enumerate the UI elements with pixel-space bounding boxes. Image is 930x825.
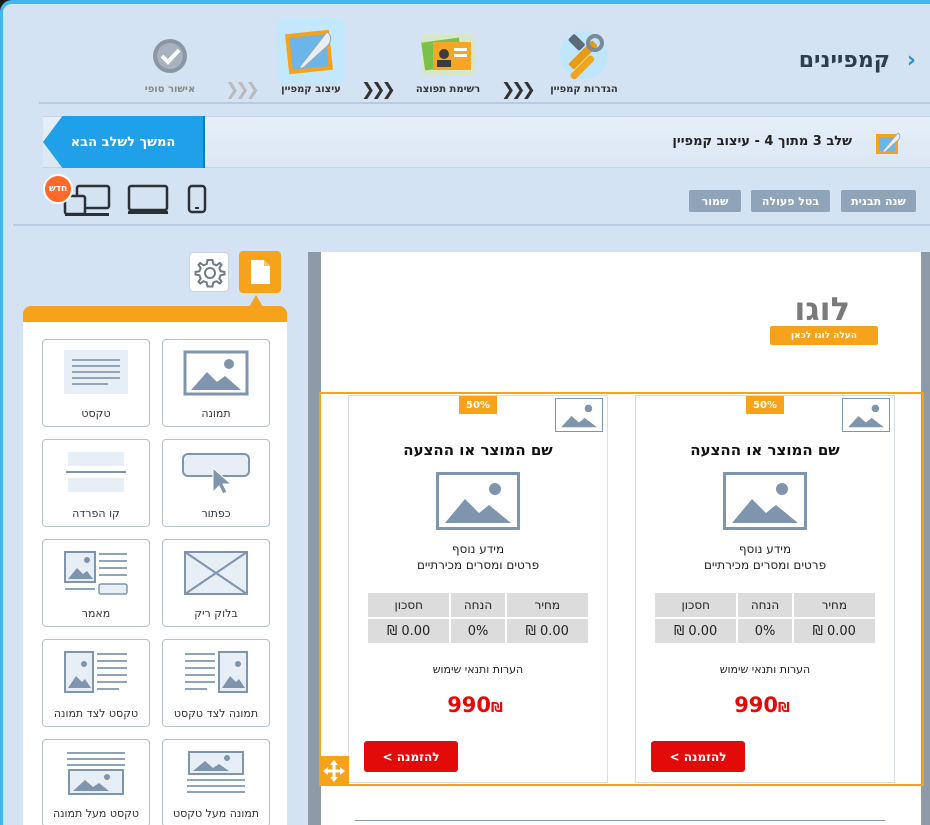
tile-text[interactable]: טקסט [42, 339, 150, 427]
design-quill-icon [285, 29, 333, 75]
chevron-right-icon[interactable]: › [907, 48, 916, 73]
savings-header: חסכון [368, 593, 450, 617]
step-info: שלב 3 מתוך 4 - עיצוב קמפיין [672, 134, 852, 149]
final-price[interactable]: 990₪ [636, 693, 894, 717]
new-badge: חדש [43, 174, 73, 204]
image-icon[interactable] [555, 398, 603, 432]
tile-image[interactable]: תמונה [162, 339, 270, 427]
tools-icon [560, 31, 608, 80]
tile-empty-block[interactable]: בלוק ריק [162, 539, 270, 627]
undo-button[interactable]: בטל פעולה [751, 190, 830, 212]
article-icon [64, 551, 128, 595]
text-icon [64, 350, 128, 394]
final-price[interactable]: 990₪ [349, 693, 607, 717]
change-template-button[interactable]: שנה תבנית [841, 190, 916, 212]
logo-placeholder[interactable]: לוגו [794, 290, 850, 328]
settings-tab[interactable] [189, 252, 229, 292]
desktop-icon[interactable] [127, 184, 169, 216]
product-title[interactable]: שם המוצר או ההצעה [636, 441, 894, 459]
discount-header: הנחה [451, 593, 505, 617]
next-step-button[interactable]: המשך לשלב הבא [43, 116, 205, 168]
savings-value: 0.00 ₪ [655, 619, 737, 643]
image-icon[interactable] [842, 398, 890, 432]
step-arrows: ❯❯❯ [361, 80, 396, 100]
discount-value: 0% [738, 619, 792, 643]
steps-divider [39, 102, 930, 104]
document-icon [251, 260, 270, 284]
order-button[interactable]: להזמנה > [364, 741, 458, 772]
price-table[interactable]: מחיר הנחה חסכון 0.00 ₪ 0% 0.00 ₪ [366, 591, 590, 645]
step-distribution-list[interactable]: רשימת תפוצה [408, 28, 488, 98]
step-campaign-design[interactable]: עיצוב קמפיין [273, 18, 349, 98]
product-image-icon[interactable] [436, 472, 520, 530]
step-arrows: ❯❯❯ [225, 80, 260, 100]
tile-image-above-text[interactable]: תמונה מעל טקסט [162, 739, 270, 825]
price-value: 0.00 ₪ [506, 619, 588, 643]
text-beside-image-icon [64, 651, 127, 693]
content-blocks-tab[interactable] [239, 251, 281, 293]
step-final-approval[interactable]: אישור סופי [135, 28, 205, 98]
tile-image-beside-text[interactable]: תמונה לצד טקסט [162, 639, 270, 727]
image-icon [183, 350, 249, 396]
product-card[interactable]: 50% שם המוצר או ההצעה מידע נוסף פרטים ומ… [348, 395, 608, 783]
tile-button[interactable]: כפתור [162, 439, 270, 527]
column-width-badge: 50% [459, 396, 497, 414]
check-circle-icon [153, 39, 187, 73]
app-window: › קמפיינים הגדרות קמפיין ❯❯❯ רשימת תפוצה… [0, 0, 930, 825]
save-button[interactable]: שמור [689, 190, 741, 212]
product-description[interactable]: מידע נוסף פרטים ומסרים מכירתיים [349, 541, 607, 573]
tile-divider[interactable]: קו הפרדה [42, 439, 150, 527]
discount-value: 0% [451, 619, 505, 643]
logo-upload-button[interactable]: העלה לוגו לכאן [770, 326, 878, 345]
button-icon [182, 453, 250, 495]
step-campaign-settings[interactable]: הגדרות קמפיין [549, 28, 619, 98]
savings-value: 0.00 ₪ [368, 619, 450, 643]
tile-text-above-image[interactable]: טקסט מעל תמונה [42, 739, 150, 825]
savings-header: חסכון [655, 593, 737, 617]
gear-icon [194, 259, 226, 288]
contact-cards-icon [421, 34, 475, 76]
product-image-icon[interactable] [723, 472, 807, 530]
image-above-text-icon [187, 751, 245, 793]
product-title[interactable]: שם המוצר או ההצעה [349, 441, 607, 459]
empty-block-icon [184, 551, 248, 595]
column-width-badge: 50% [746, 396, 784, 414]
order-button[interactable]: להזמנה > [651, 741, 745, 772]
terms-text[interactable]: הערות ותנאי שימוש [636, 663, 894, 676]
page-title: קמפיינים [798, 48, 890, 73]
mobile-icon[interactable] [186, 184, 208, 214]
terms-text[interactable]: הערות ותנאי שימוש [349, 663, 607, 676]
product-card[interactable]: 50% שם המוצר או ההצעה מידע נוסף פרטים ומ… [635, 395, 895, 783]
discount-header: הנחה [738, 593, 792, 617]
price-value: 0.00 ₪ [793, 619, 875, 643]
tile-text-beside-image[interactable]: טקסט לצד תמונה [42, 639, 150, 727]
step-arrows: ❯❯❯ [501, 80, 536, 100]
move-arrows-icon [323, 760, 345, 782]
divider-icon [66, 452, 126, 492]
move-handle[interactable] [319, 756, 349, 786]
text-above-image-icon [67, 752, 125, 795]
row-divider [355, 820, 885, 821]
design-small-icon [876, 132, 901, 154]
price-header: מחיר [793, 593, 875, 617]
price-table[interactable]: מחיר הנחה חסכון 0.00 ₪ 0% 0.00 ₪ [653, 591, 877, 645]
price-header: מחיר [506, 593, 588, 617]
tile-article[interactable]: מאמר [42, 539, 150, 627]
product-description[interactable]: מידע נוסף פרטים ומסרים מכירתיים [636, 541, 894, 573]
toolbar-divider [13, 224, 930, 226]
image-beside-text-icon [185, 651, 248, 693]
